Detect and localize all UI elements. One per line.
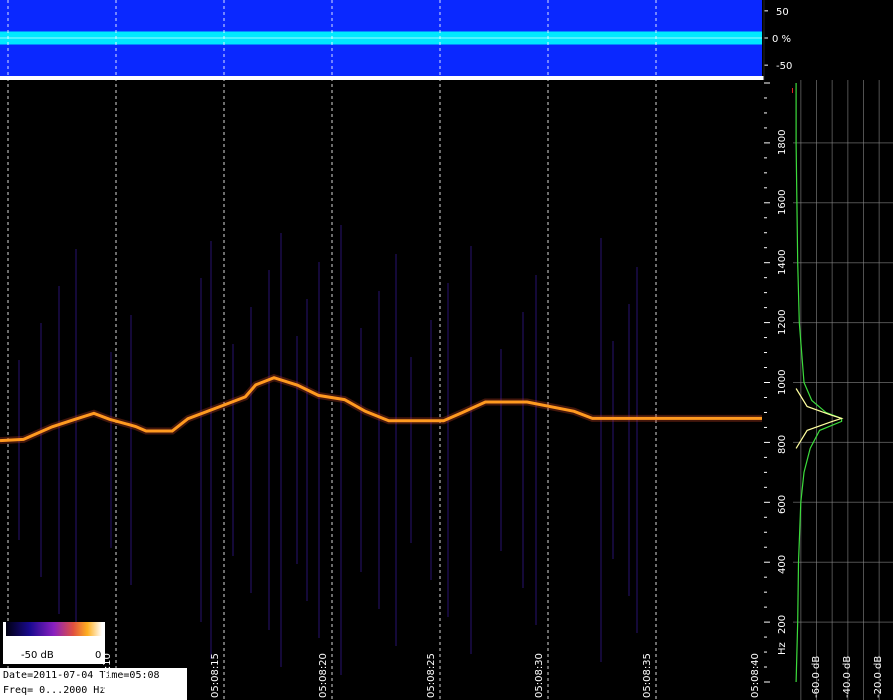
frequency-tick-label: 1000 bbox=[777, 369, 788, 395]
harmonic-streak bbox=[447, 283, 449, 617]
time-tick-label: 05:08:35 bbox=[642, 653, 653, 698]
harmonic-streak bbox=[280, 233, 282, 667]
harmonic-streak bbox=[522, 312, 524, 588]
harmonic-streak bbox=[612, 341, 614, 559]
frequency-tick-label: 1200 bbox=[777, 309, 788, 335]
time-tick-label: 05:08:15 bbox=[210, 653, 221, 698]
colorbar-legend: -50 dB 0 bbox=[3, 622, 105, 664]
amplitude-tick-label: 50 bbox=[776, 7, 789, 18]
time-tick-label: 05:08:40 bbox=[750, 653, 761, 698]
colorbar-gradient bbox=[6, 622, 102, 636]
harmonic-streak bbox=[268, 270, 270, 630]
spectrogram-area bbox=[0, 80, 762, 700]
harmonic-streak bbox=[40, 323, 42, 577]
harmonic-streak bbox=[75, 249, 77, 651]
harmonic-streak bbox=[340, 225, 342, 675]
harmonic-streak bbox=[110, 352, 112, 548]
harmonic-streak bbox=[470, 246, 472, 654]
harmonic-streak bbox=[430, 320, 432, 580]
spectrum-panel bbox=[793, 80, 893, 700]
db-tick-label: -40.0 dB bbox=[841, 655, 853, 698]
time-tick-label: 05:08:30 bbox=[534, 653, 545, 698]
frequency-tick-label: 1600 bbox=[777, 189, 788, 215]
amplitude-tick-label: 0 % bbox=[772, 34, 791, 45]
amplitude-tick-label: -50 bbox=[776, 61, 792, 72]
harmonic-streak bbox=[250, 307, 252, 593]
harmonic-streak bbox=[360, 328, 362, 572]
colorbar-max-label: 0 bbox=[95, 650, 102, 661]
time-tick-label: 05:08:25 bbox=[426, 653, 437, 698]
frequency-unit-label: Hz bbox=[777, 642, 788, 655]
harmonic-streak bbox=[200, 278, 202, 622]
harmonic-streak bbox=[318, 262, 320, 638]
harmonic-streak bbox=[600, 238, 602, 662]
harmonic-streak bbox=[535, 275, 537, 625]
harmonic-streak bbox=[500, 349, 502, 551]
colorbar-min-label: -50 dB bbox=[21, 650, 54, 661]
frequency-tick-label: 200 bbox=[777, 615, 788, 635]
frequency-tick-label: 1800 bbox=[777, 129, 788, 155]
db-tick-label: -20.0 dB bbox=[873, 655, 885, 698]
time-tick-label: 05:08:10 bbox=[102, 653, 113, 698]
harmonic-streak bbox=[628, 304, 630, 596]
frequency-range-readout: Freq= 0...2000 Hz bbox=[3, 685, 106, 696]
harmonic-streak bbox=[378, 291, 380, 609]
harmonic-streak bbox=[410, 357, 412, 543]
harmonic-streak bbox=[18, 360, 20, 540]
db-tick-label: -60.0 dB bbox=[810, 655, 822, 698]
harmonic-streak bbox=[395, 254, 397, 646]
info-panel: Date=2011-07-04 Time=05:08 Freq= 0...200… bbox=[0, 668, 187, 700]
frequency-tick-label: 400 bbox=[777, 555, 788, 575]
frequency-tick-label: 1400 bbox=[777, 249, 788, 275]
spectrogram-window: 50 0 % -50 -50 dB 0 Date=2011-07-04 Time=0… bbox=[0, 0, 893, 700]
harmonic-streak bbox=[130, 315, 132, 585]
harmonic-streak bbox=[636, 267, 638, 633]
harmonic-streak bbox=[296, 336, 298, 564]
amplitude-separator bbox=[0, 76, 764, 80]
harmonic-streak bbox=[210, 241, 212, 659]
harmonic-streak bbox=[232, 344, 234, 556]
harmonic-streak bbox=[306, 299, 308, 601]
date-time-readout: Date=2011-07-04 Time=05:08 bbox=[3, 670, 160, 681]
frequency-tick-label: 600 bbox=[777, 495, 788, 515]
harmonic-streak bbox=[58, 286, 60, 614]
time-tick-label: 05:08:20 bbox=[318, 653, 329, 698]
frequency-tick-label: 800 bbox=[777, 435, 788, 455]
spectrogram-chart: 50 0 % -50 bbox=[0, 0, 893, 700]
